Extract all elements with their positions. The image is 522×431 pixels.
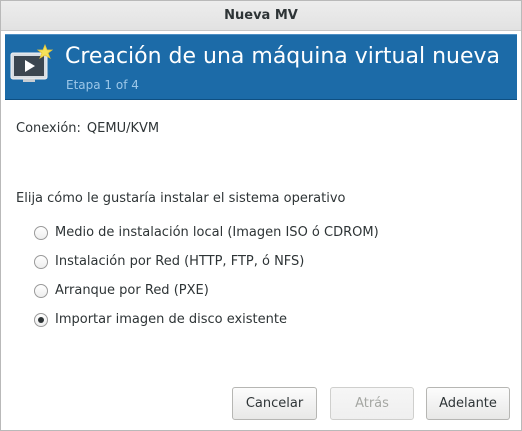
connection-label: Conexión: [16, 121, 81, 136]
wizard-step-indicator: Etapa 1 of 4 [66, 78, 139, 92]
option-network-boot-pxe[interactable]: Arranque por Red (PXE) [34, 276, 494, 305]
option-label[interactable]: Importar imagen de disco existente [55, 312, 287, 327]
radio-button[interactable] [34, 254, 48, 269]
radio-button-selected[interactable] [34, 312, 48, 327]
connection-value: QEMU/KVM [86, 121, 160, 136]
window-title: Nueva MV [224, 8, 298, 23]
install-method-question: Elija cómo le gustaría instalar el siste… [16, 191, 346, 206]
connection-row: Conexión: QEMU/KVM [16, 121, 159, 136]
title-bar[interactable]: Nueva MV [1, 1, 521, 31]
option-local-media[interactable]: Medio de instalación local (Imagen ISO ó… [34, 218, 494, 247]
cancel-button[interactable]: Cancelar [232, 387, 317, 420]
new-vm-dialog: Nueva MV Creación de una máquina virtual… [0, 0, 522, 431]
option-import-disk-image[interactable]: Importar imagen de disco existente [34, 305, 494, 334]
wizard-header-banner: Creación de una máquina virtual nueva Et… [5, 34, 517, 100]
option-label[interactable]: Arranque por Red (PXE) [55, 283, 209, 298]
back-button[interactable]: Atrás [330, 387, 414, 420]
forward-button[interactable]: Adelante [426, 387, 510, 420]
install-method-options: Medio de instalación local (Imagen ISO ó… [34, 218, 494, 334]
option-label[interactable]: Instalación por Red (HTTP, FTP, ó NFS) [55, 254, 304, 269]
radio-button[interactable] [34, 283, 48, 298]
option-network-install[interactable]: Instalación por Red (HTTP, FTP, ó NFS) [34, 247, 494, 276]
wizard-title: Creación de una máquina virtual nueva [65, 44, 501, 69]
virtual-machine-new-icon [9, 43, 55, 86]
option-label[interactable]: Medio de instalación local (Imagen ISO ó… [55, 225, 379, 240]
radio-button[interactable] [34, 225, 48, 240]
